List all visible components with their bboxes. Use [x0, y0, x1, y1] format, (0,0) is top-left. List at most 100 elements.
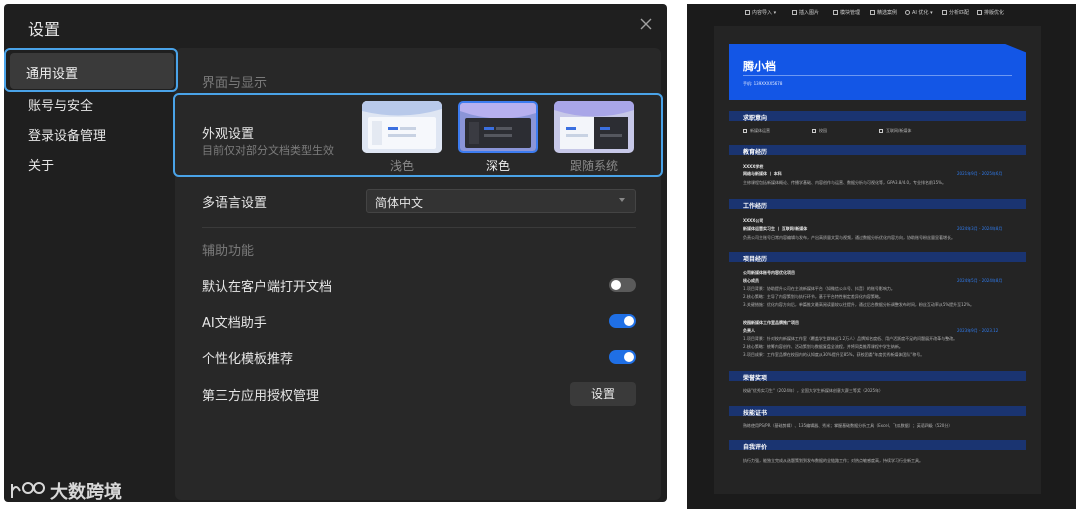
intent-item: 互联网/新媒体 [879, 128, 911, 134]
language-select-value: 简体中文 [375, 196, 424, 210]
third-party-label: 第三方应用授权管理 [202, 389, 320, 404]
open-in-client-toggle[interactable] [609, 278, 636, 292]
module-icon [833, 10, 838, 15]
screenshot-stage: 设置 通用设置 账号与安全 登录设备管理 关于 界面与显示 外观设置 目前仅对部… [0, 0, 1080, 511]
watermark-text: 大数跨境 [50, 482, 122, 503]
project-title: 校园新媒体工作室品牌推广项目 [743, 320, 799, 325]
third-party-settings-button[interactable]: 设置 [570, 382, 636, 406]
section-work: 工作经历 [729, 199, 1026, 210]
section-heading: 项目经历 [743, 256, 768, 263]
project-line: 3.关键措施：优化内容方向后，单篇推文最高阅读量较以往提升，通过后台数据分析调整… [743, 302, 975, 307]
work-date: 2024年3月 - 2024年8月 [957, 226, 1003, 231]
section-title-assist: 辅助功能 [202, 244, 255, 259]
section-heading: 荣誉奖项 [743, 375, 768, 382]
theme-system-label: 跟随系统 [569, 159, 618, 173]
theme-system-option[interactable] [554, 101, 634, 153]
sidebar-item-label: 通用设置 [26, 67, 79, 82]
toolbar-ai-optimize[interactable]: AI 优化 ▾ [905, 9, 933, 16]
theme-dark-label: 深色 [485, 159, 510, 173]
theme-light-label: 浅色 [389, 159, 414, 173]
intent-item: 新媒体运营 [743, 128, 770, 134]
project-line: 1.项目背景：协助提升公司在主流新媒体平台（如微信公众号、抖音）的账号影响力。 [743, 286, 895, 291]
system-theme-preview [554, 101, 634, 153]
section-self: 自我评价 [729, 440, 1026, 451]
section-heading: 教育经历 [743, 149, 768, 156]
section-intent: 求职意向 [729, 111, 1026, 122]
self-text: 执行力强，能独立完成从选题策划到发布数据的全链路工作；对热点敏感度高，持续学习行… [743, 458, 923, 463]
close-icon[interactable] [638, 16, 654, 32]
project-role: 负责人 [743, 328, 755, 333]
appearance-note: 目前仅对部分文档类型生效 [202, 144, 334, 157]
toggle-knob [611, 280, 621, 290]
appearance-label: 外观设置 [202, 127, 255, 142]
toolbar-content-import[interactable]: 内容导入 ▾ [745, 9, 776, 16]
toggle-knob [624, 352, 634, 362]
toolbar-analyze-match[interactable]: 分析匹配 [942, 9, 969, 16]
section-heading: 求职意向 [743, 115, 768, 122]
project-line: 3.项目成果：工作室品牌在校园内的认知度从30%提升至85%，获校团委"年度优秀… [743, 352, 925, 357]
layout-icon [977, 10, 982, 15]
section-education: 教育经历 [729, 145, 1026, 156]
section-title-display: 界面与显示 [202, 76, 268, 91]
dialog-title: 设置 [28, 20, 61, 39]
toggle-knob [624, 316, 634, 326]
language-label: 多语言设置 [202, 196, 268, 211]
editor-toolbar: 内容导入 ▾ 插入图片 模块管理 精选案例 AI 优化 ▾ 分析匹配 排版优化 [687, 4, 1076, 24]
work-desc: 负责公司主账号日常内容编辑与发布，产出高质量文案与视频，通过数据分析优化内容方向… [743, 235, 955, 240]
section-skills: 技能证书 [729, 406, 1026, 417]
industry-icon [879, 129, 883, 133]
toolbar-insert-image[interactable]: 插入图片 [792, 9, 819, 16]
light-theme-preview [362, 101, 442, 153]
resume-name: 腾小档 [743, 60, 776, 73]
dark-theme-preview [460, 103, 536, 151]
image-icon [792, 10, 797, 15]
language-select[interactable]: 简体中文 [366, 189, 636, 213]
settings-dialog: 设置 通用设置 账号与安全 登录设备管理 关于 界面与显示 外观设置 目前仅对部… [4, 4, 667, 502]
project-line: 2.核心策略：统筹内容创作、活动策划与数据复盘全流程，并将同类推荐课程中学生纳新… [743, 344, 903, 349]
project-title: 公司新媒体账号内容优化项目 [743, 270, 795, 275]
ai-icon [905, 10, 910, 15]
analyze-icon [942, 10, 947, 15]
chevron-down-icon [619, 198, 625, 202]
resume-phone: 手机: 139XXXX5678 [743, 81, 783, 86]
project-line: 2.核心策略：主导了内容策划与执行环节，基于平台特性制定差异化内容策略。 [743, 294, 883, 299]
edu-date: 2021年9月 - 2025年6月 [957, 171, 1003, 176]
edu-major: 网络与新媒体 丨 本科 [743, 171, 782, 176]
theme-dark-option[interactable] [458, 101, 538, 153]
template-recommend-toggle[interactable] [609, 350, 636, 364]
resume-editor: 内容导入 ▾ 插入图片 模块管理 精选案例 AI 优化 ▾ 分析匹配 排版优化 … [687, 4, 1076, 509]
work-role: 新媒体运营实习生 丨 互联网/新媒体 [743, 226, 808, 231]
sidebar-item-login-devices[interactable]: 登录设备管理 [28, 125, 106, 144]
header-rule [743, 75, 1012, 76]
work-company: XXXX公司 [743, 218, 764, 223]
toggle-label-ai-assistant: AI文档助手 [202, 316, 267, 331]
sidebar-item-about[interactable]: 关于 [28, 155, 54, 174]
toggle-label-open-in-client: 默认在客户端打开文档 [202, 280, 333, 295]
theme-light-option[interactable] [362, 101, 442, 153]
toolbar-module-manage[interactable]: 模块管理 [833, 9, 860, 16]
toolbar-layout-optimize[interactable]: 排版优化 [977, 9, 1004, 16]
section-heading: 工作经历 [743, 203, 768, 210]
section-heading: 自我评价 [743, 444, 768, 451]
edu-desc: 主修课程包括新媒体概论、传播学基础、内容创作与运营、数据分析与可视化等，GPA3… [743, 180, 946, 185]
person-icon [812, 129, 816, 133]
ai-assistant-toggle[interactable] [609, 314, 636, 328]
sidebar-item-general[interactable]: 通用设置 [10, 53, 174, 89]
project-role: 核心成员 [743, 278, 759, 283]
sidebar-item-account-security[interactable]: 账号与安全 [28, 95, 93, 114]
import-icon [745, 10, 750, 15]
honors-text: 校级"优秀实习生"（2024年），全国大学生新媒体创意大赛三等奖（2025年） [743, 388, 884, 393]
edu-school: XXXX学校 [743, 164, 764, 169]
section-honors: 荣誉奖项 [729, 371, 1026, 382]
skills-text: 熟练使用PS/PR（基础剪辑）、135编辑器、秀米；掌握基础数据分析工具（Exc… [743, 423, 953, 428]
section-divider [202, 227, 636, 228]
case-icon [870, 10, 875, 15]
resume-page: 腾小档 手机: 139XXXX5678 求职意向 新媒体运营 校园 互联网/新媒… [714, 26, 1041, 494]
section-heading: 技能证书 [743, 410, 768, 417]
briefcase-icon [743, 129, 747, 133]
intent-item: 校园 [812, 128, 827, 134]
watermark-logo-icon [11, 482, 45, 498]
toolbar-featured-cases[interactable]: 精选案例 [870, 9, 897, 16]
resume-header: 腾小档 手机: 139XXXX5678 [729, 44, 1026, 100]
section-projects: 项目经历 [729, 252, 1026, 263]
